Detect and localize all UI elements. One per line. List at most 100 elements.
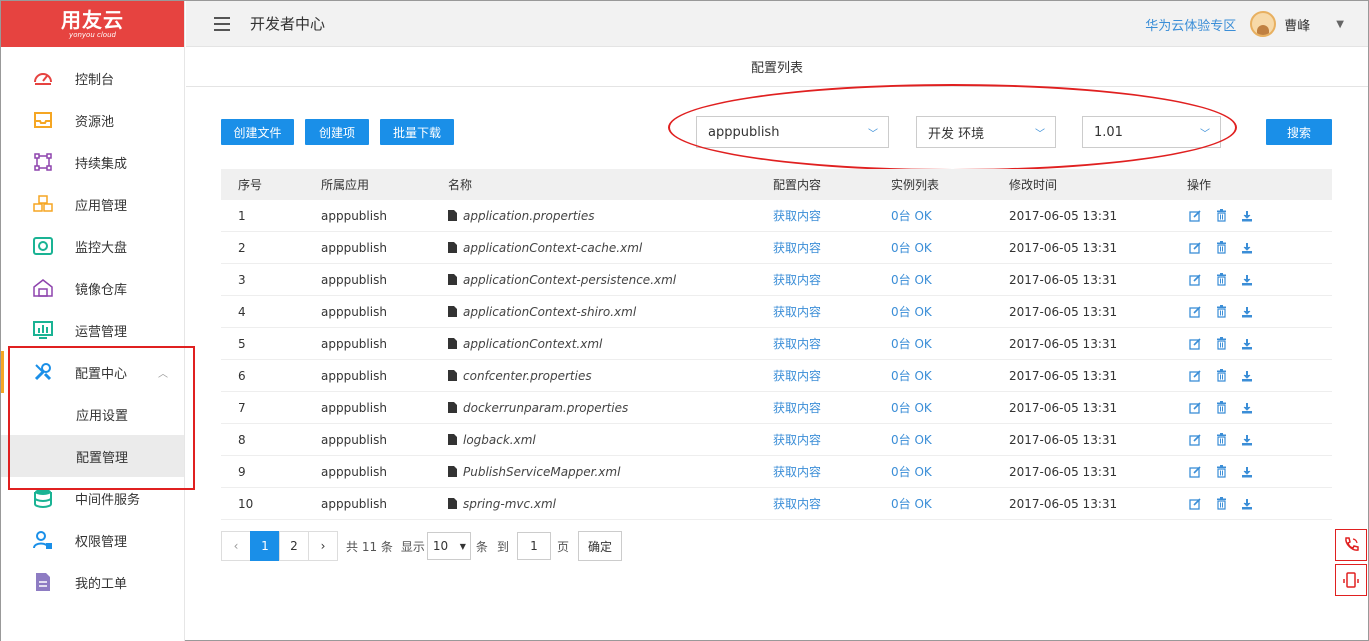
- edit-icon[interactable]: [1187, 400, 1203, 416]
- instances-link[interactable]: 0台 OK: [891, 296, 932, 327]
- sidebar-item-app-management[interactable]: 应用管理: [1, 183, 184, 225]
- instances-link[interactable]: 0台 OK: [891, 200, 932, 231]
- instances-link[interactable]: 0台 OK: [891, 456, 932, 487]
- delete-icon[interactable]: [1213, 464, 1229, 480]
- edit-icon[interactable]: [1187, 272, 1203, 288]
- cell-name-text[interactable]: applicationContext.xml: [463, 337, 602, 351]
- create-item-button[interactable]: 创建项: [305, 119, 369, 145]
- page-size-select[interactable]: 10 ▼: [426, 532, 471, 560]
- get-content-link[interactable]: 获取内容: [773, 296, 821, 327]
- page-1-button[interactable]: 1: [250, 531, 280, 561]
- sidebar-item-config-center[interactable]: 配置中心 ︿: [1, 351, 184, 393]
- delete-icon[interactable]: [1213, 400, 1229, 416]
- cell-name-text[interactable]: logback.xml: [463, 433, 536, 447]
- sidebar-item-dashboard[interactable]: 控制台: [1, 57, 184, 99]
- delete-icon[interactable]: [1213, 432, 1229, 448]
- confirm-button[interactable]: 确定: [577, 531, 622, 561]
- sidebar-item-monitor[interactable]: 监控大盘: [1, 225, 184, 267]
- caret-down-icon[interactable]: ▼: [1336, 19, 1344, 30]
- get-content-link[interactable]: 获取内容: [773, 264, 821, 295]
- delete-icon[interactable]: [1213, 208, 1229, 224]
- delete-icon[interactable]: [1213, 496, 1229, 512]
- download-icon[interactable]: [1239, 208, 1255, 224]
- sidebar-item-ci[interactable]: 持续集成: [1, 141, 184, 183]
- sidebar-item-permissions[interactable]: 权限管理: [1, 519, 184, 561]
- get-content-link[interactable]: 获取内容: [773, 328, 821, 359]
- download-icon[interactable]: [1239, 336, 1255, 352]
- prev-page-button[interactable]: ‹: [221, 531, 251, 561]
- cell-name-text[interactable]: confcenter.properties: [463, 369, 592, 383]
- delete-icon[interactable]: [1213, 240, 1229, 256]
- download-icon[interactable]: [1239, 432, 1255, 448]
- cell-modified: 2017-06-05 13:31: [1009, 400, 1118, 415]
- search-button[interactable]: 搜索: [1266, 119, 1332, 145]
- version-select[interactable]: 1.01 ﹀: [1082, 116, 1221, 148]
- cell-name-text[interactable]: applicationContext-persistence.xml: [463, 273, 676, 287]
- instances-link[interactable]: 0台 OK: [891, 232, 932, 263]
- download-icon[interactable]: [1239, 400, 1255, 416]
- sidebar-item-my-tickets[interactable]: 我的工单: [1, 561, 184, 603]
- mobile-icon[interactable]: [1335, 564, 1367, 596]
- chevron-down-icon: ﹀: [1035, 129, 1045, 140]
- phone-icon[interactable]: [1335, 529, 1367, 561]
- sidebar-subitem-app-settings[interactable]: 应用设置: [1, 393, 184, 435]
- instances-link[interactable]: 0台 OK: [891, 424, 932, 455]
- edit-icon[interactable]: [1187, 336, 1203, 352]
- get-content-link[interactable]: 获取内容: [773, 200, 821, 231]
- cell-name-text[interactable]: dockerrunparam.properties: [463, 401, 628, 415]
- chevron-up-icon[interactable]: ︿: [158, 365, 168, 380]
- edit-icon[interactable]: [1187, 368, 1203, 384]
- instances-link[interactable]: 0台 OK: [891, 392, 932, 423]
- delete-icon[interactable]: [1213, 272, 1229, 288]
- create-file-button[interactable]: 创建文件: [221, 119, 294, 145]
- get-content-link[interactable]: 获取内容: [773, 424, 821, 455]
- edit-icon[interactable]: [1187, 432, 1203, 448]
- cell-name-text[interactable]: applicationContext-shiro.xml: [463, 305, 636, 319]
- edit-icon[interactable]: [1187, 240, 1203, 256]
- download-icon[interactable]: [1239, 240, 1255, 256]
- username[interactable]: 曹峰: [1284, 15, 1310, 34]
- environment-select[interactable]: 开发 环境 ﹀: [916, 116, 1056, 148]
- get-content-link[interactable]: 获取内容: [773, 488, 821, 519]
- delete-icon[interactable]: [1213, 336, 1229, 352]
- sidebar-item-operations[interactable]: 运营管理: [1, 309, 184, 351]
- edit-icon[interactable]: [1187, 208, 1203, 224]
- app-select[interactable]: apppublish ﹀: [696, 116, 889, 148]
- download-icon[interactable]: [1239, 368, 1255, 384]
- get-content-link[interactable]: 获取内容: [773, 360, 821, 391]
- cell-name-text[interactable]: spring-mvc.xml: [463, 497, 556, 511]
- edit-icon[interactable]: [1187, 496, 1203, 512]
- page-2-button[interactable]: 2: [279, 531, 309, 561]
- sidebar-item-resource-pool[interactable]: 资源池: [1, 99, 184, 141]
- download-icon[interactable]: [1239, 272, 1255, 288]
- sidebar-item-middleware[interactable]: 中间件服务: [1, 477, 184, 519]
- instances-link[interactable]: 0台 OK: [891, 328, 932, 359]
- sidebar-item-image-repo[interactable]: 镜像仓库: [1, 267, 184, 309]
- cell-app: apppublish: [321, 336, 387, 351]
- download-icon[interactable]: [1239, 464, 1255, 480]
- get-content-link[interactable]: 获取内容: [773, 456, 821, 487]
- cell-name-text[interactable]: PublishServiceMapper.xml: [463, 465, 620, 479]
- avatar[interactable]: [1250, 11, 1277, 37]
- cell-name-text[interactable]: applicationContext-cache.xml: [463, 241, 642, 255]
- download-icon[interactable]: [1239, 304, 1255, 320]
- delete-icon[interactable]: [1213, 368, 1229, 384]
- cell-app: apppublish: [321, 496, 387, 511]
- zone-link[interactable]: 华为云体验专区: [1145, 15, 1236, 34]
- edit-icon[interactable]: [1187, 464, 1203, 480]
- sidebar-subitem-config-management[interactable]: 配置管理: [1, 435, 184, 477]
- next-page-button[interactable]: ›: [308, 531, 338, 561]
- get-content-link[interactable]: 获取内容: [773, 392, 821, 423]
- delete-icon[interactable]: [1213, 304, 1229, 320]
- instances-link[interactable]: 0台 OK: [891, 360, 932, 391]
- instances-link[interactable]: 0台 OK: [891, 488, 932, 519]
- instances-link[interactable]: 0台 OK: [891, 264, 932, 295]
- edit-icon[interactable]: [1187, 304, 1203, 320]
- brand-logo[interactable]: 用友云 yonyou cloud: [1, 1, 184, 47]
- batch-download-button[interactable]: 批量下载: [380, 119, 454, 145]
- get-content-link[interactable]: 获取内容: [773, 232, 821, 263]
- cell-name-text[interactable]: application.properties: [463, 209, 595, 223]
- menu-icon[interactable]: [214, 16, 230, 31]
- download-icon[interactable]: [1239, 496, 1255, 512]
- goto-page-input[interactable]: 1: [516, 532, 551, 560]
